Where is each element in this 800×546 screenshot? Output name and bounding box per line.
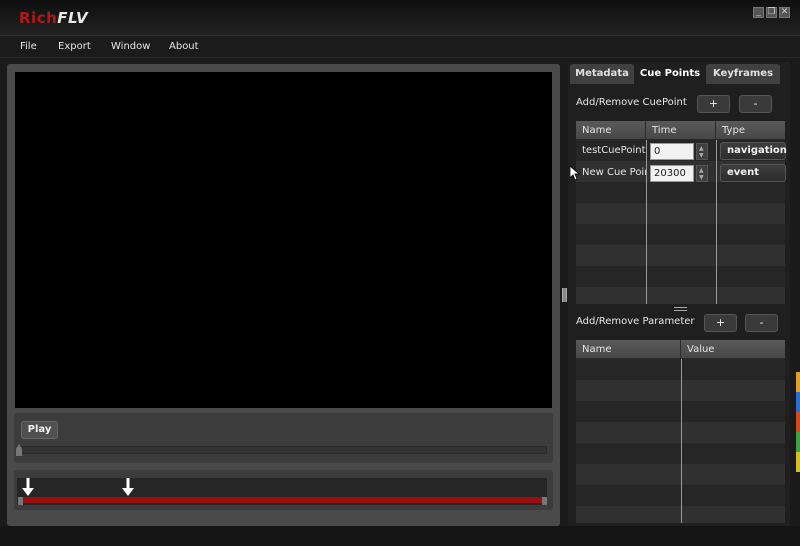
menu-file[interactable]: File (20, 41, 37, 52)
close-button[interactable]: ✕ (779, 7, 790, 18)
close-icon: ✕ (780, 7, 789, 17)
menu-about[interactable]: About (169, 41, 199, 52)
cue-marker-arrow-icon[interactable] (22, 478, 34, 496)
mouse-cursor-icon (570, 166, 580, 181)
cue-timeline-bar[interactable] (22, 497, 544, 503)
maximize-button[interactable]: ❐ (766, 7, 777, 18)
cuepoint-grid-header: Name Time Type (576, 121, 785, 140)
desktop-edge (796, 392, 800, 412)
column-header-value[interactable]: Value (681, 340, 785, 359)
app-logo: RichFLV (19, 9, 88, 27)
cuepoint-type-select[interactable]: event (720, 164, 786, 182)
column-header-type[interactable]: Type (716, 121, 785, 140)
desktop-edge (796, 432, 800, 452)
timeline-start-handle[interactable] (18, 497, 23, 505)
tab-metadata[interactable]: Metadata (570, 64, 634, 84)
video-display[interactable] (15, 72, 552, 408)
cuepoint-time-input[interactable]: 20300 (650, 165, 694, 182)
menu-window[interactable]: Window (111, 41, 150, 52)
maximize-icon: ❐ (767, 7, 776, 17)
desktop-edge (796, 372, 800, 392)
cue-marker-arrow-icon[interactable] (122, 478, 134, 496)
panel-splitter-handle[interactable] (562, 288, 567, 302)
remove-cuepoint-button[interactable]: - (739, 95, 772, 113)
cuepoint-type-select[interactable]: navigation (720, 142, 787, 160)
timeline-end-handle[interactable] (542, 497, 547, 505)
cuepoint-name-cell[interactable]: testCuePoint (582, 145, 646, 156)
title-bar: RichFLV _ ❐ ✕ (0, 0, 800, 36)
column-header-name[interactable]: Name (576, 121, 646, 140)
tab-cue-points[interactable]: Cue Points (636, 64, 704, 84)
playback-progress-track[interactable] (17, 446, 547, 454)
menu-bar: File Export Window About (0, 36, 800, 58)
parameter-section-label: Add/Remove Parameter (576, 316, 695, 327)
minimize-button[interactable]: _ (753, 7, 764, 18)
app-title-rich: Rich (19, 9, 58, 27)
time-stepper[interactable]: ▲ ▼ (696, 165, 708, 182)
desktop-edge (796, 452, 800, 472)
status-strip (0, 526, 800, 546)
cuepoint-time-input[interactable]: 0 (650, 143, 694, 160)
column-header-name[interactable]: Name (576, 340, 681, 359)
menu-export[interactable]: Export (58, 41, 91, 52)
column-header-time[interactable]: Time (646, 121, 716, 140)
app-title-flv: FLV (57, 9, 89, 27)
time-stepper[interactable]: ▲ ▼ (696, 143, 708, 160)
parameter-grid (576, 359, 785, 523)
resize-grip-icon[interactable] (674, 307, 687, 311)
desktop-edge (796, 412, 800, 432)
cuepoint-name-cell[interactable]: New Cue Poir (582, 167, 646, 178)
parameter-grid-header: Name Value (576, 340, 785, 359)
minimize-icon: _ (756, 7, 761, 17)
add-parameter-button[interactable]: + (704, 314, 737, 332)
cuepoint-section-label: Add/Remove CuePoint (576, 97, 687, 108)
play-button[interactable]: Play (21, 421, 58, 439)
tab-keyframes[interactable]: Keyframes (706, 64, 780, 84)
playback-controls (14, 413, 553, 463)
remove-parameter-button[interactable]: - (745, 314, 778, 332)
add-cuepoint-button[interactable]: + (697, 95, 730, 113)
